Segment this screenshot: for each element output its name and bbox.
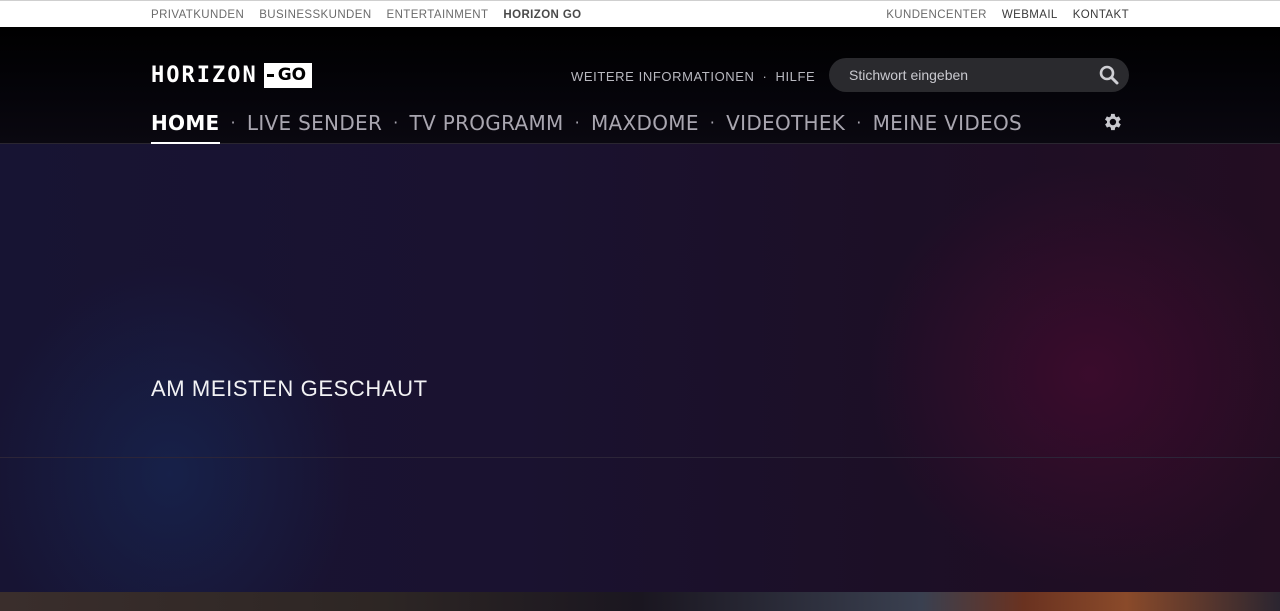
search-box (829, 58, 1129, 92)
search-input[interactable] (849, 58, 1089, 92)
separator-dot: · (762, 68, 768, 84)
nav-separator: · (574, 113, 580, 132)
nav-separator: · (230, 113, 236, 132)
nav-item-maxdome[interactable]: MAXDOME (591, 110, 699, 145)
thumbnail-strip[interactable] (0, 592, 1280, 611)
main-navigation: HOME · LIVE SENDER · TV PROGRAMM · MAXDO… (151, 110, 1022, 145)
gear-icon[interactable] (1101, 111, 1123, 133)
topbar-link-kundencenter[interactable]: KUNDENCENTER (886, 9, 987, 21)
topbar-link-businesskunden[interactable]: BUSINESSKUNDEN (259, 9, 371, 21)
topbar-link-privatkunden[interactable]: PRIVATKUNDEN (151, 9, 244, 21)
topbar-link-kontakt[interactable]: KONTAKT (1073, 9, 1129, 21)
logo-go-badge: GO (263, 63, 313, 88)
site-header: HORIZON GO WEITERE INFORMATIONEN · HILFE… (0, 27, 1280, 145)
nav-separator: · (856, 113, 862, 132)
search-icon[interactable] (1099, 65, 1119, 85)
horizon-go-logo[interactable]: HORIZON GO (151, 63, 313, 88)
topbar-link-entertainment[interactable]: ENTERTAINMENT (387, 9, 489, 21)
top-utility-bar: PRIVATKUNDEN BUSINESSKUNDEN ENTERTAINMEN… (0, 0, 1280, 27)
topbar-link-webmail[interactable]: WEBMAIL (1002, 9, 1058, 21)
nav-item-videothek[interactable]: VIDEOTHEK (726, 110, 845, 145)
weitere-informationen-link[interactable]: WEITERE INFORMATIONEN (571, 69, 755, 84)
nav-item-home[interactable]: HOME (151, 110, 220, 145)
hero-banner (0, 144, 1280, 592)
logo-wordmark: HORIZON (151, 63, 258, 88)
nav-separator: · (393, 113, 399, 132)
nav-separator: · (709, 113, 716, 132)
nav-item-tv-programm[interactable]: TV PROGRAMM (410, 110, 564, 145)
topbar-left-links: PRIVATKUNDEN BUSINESSKUNDEN ENTERTAINMEN… (151, 1, 597, 28)
hilfe-link[interactable]: HILFE (775, 69, 815, 84)
topbar-right-links: KUNDENCENTER WEBMAIL KONTAKT (871, 1, 1129, 28)
topbar-link-horizon-go[interactable]: HORIZON GO (503, 9, 581, 21)
section-title-most-watched: AM MEISTEN GESCHAUT (151, 376, 428, 401)
nav-item-meine-videos[interactable]: MEINE VIDEOS (873, 110, 1022, 145)
info-links: WEITERE INFORMATIONEN · HILFE (571, 66, 815, 86)
section-divider (0, 457, 1280, 458)
nav-item-live-sender[interactable]: LIVE SENDER (247, 110, 382, 145)
